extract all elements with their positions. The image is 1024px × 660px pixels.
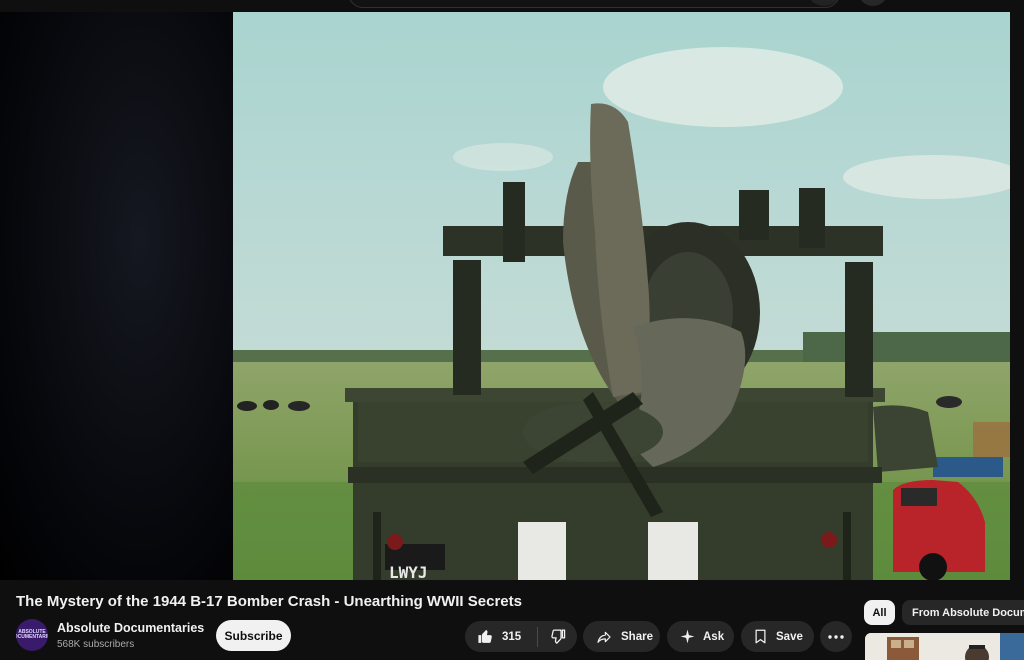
like-button[interactable]: 315 — [465, 621, 537, 652]
search-box[interactable] — [348, 0, 840, 8]
thumbs-up-icon — [478, 629, 492, 643]
channel-name-link[interactable]: Absolute Documentaries — [57, 621, 204, 635]
bookmark-icon — [755, 629, 766, 644]
subscribe-button[interactable]: Subscribe — [216, 620, 291, 651]
related-video-thumbnail[interactable] — [865, 633, 1024, 660]
player-letterbox — [0, 12, 233, 580]
channel-avatar[interactable]: ABSOLUTE DOCUMENTARIES — [16, 619, 48, 651]
avatar-logo-text: ABSOLUTE DOCUMENTARIES — [16, 629, 48, 640]
voice-search-button[interactable] — [858, 0, 888, 6]
share-label: Share — [621, 630, 653, 643]
top-bar — [0, 0, 1024, 12]
video-title: The Mystery of the 1944 B-17 Bomber Cras… — [16, 593, 522, 610]
ask-button[interactable]: Ask — [667, 621, 734, 652]
youtube-watch-page: LWYJ The Mystery of the 1944 B-17 Bomber… — [0, 0, 1024, 660]
video-frame-image: LWYJ — [233, 12, 1010, 580]
thumbs-down-icon — [551, 629, 566, 644]
share-arrow-icon — [597, 631, 611, 643]
player-edge — [1010, 12, 1024, 580]
like-dislike-group: 315 — [465, 621, 577, 652]
plate-text: LWYJ — [389, 563, 428, 580]
dislike-button[interactable] — [538, 621, 577, 652]
save-label: Save — [776, 630, 803, 643]
chip-from-channel[interactable]: From Absolute Documentaries — [902, 600, 1024, 625]
ask-label: Ask — [703, 630, 725, 643]
video-player[interactable]: LWYJ — [0, 12, 1014, 580]
more-actions-button[interactable] — [820, 621, 852, 652]
more-horizontal-icon — [828, 634, 844, 639]
video-frame[interactable]: LWYJ — [233, 12, 1010, 580]
sparkle-icon — [680, 629, 695, 644]
subscriber-count: 568K subscribers — [57, 639, 135, 650]
save-button[interactable]: Save — [741, 621, 814, 652]
thumbnail-image — [865, 633, 1024, 660]
chip-all[interactable]: All — [864, 600, 895, 625]
share-button[interactable]: Share — [583, 621, 660, 652]
like-count: 315 — [502, 630, 522, 643]
